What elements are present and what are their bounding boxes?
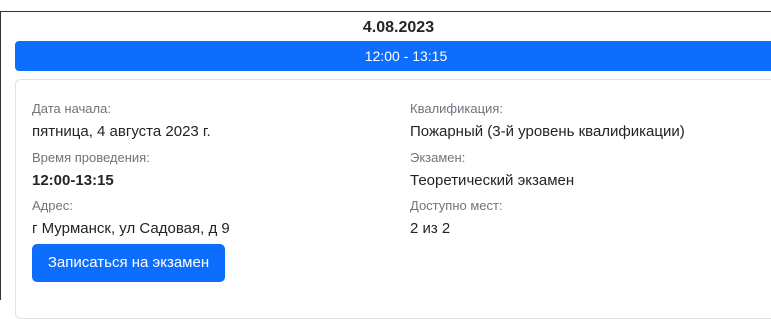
exam-label: Экзамен: <box>410 150 466 165</box>
exam-details-card <box>15 79 771 319</box>
time-slot-bar[interactable]: 12:00 - 13:15 <box>15 41 771 71</box>
address-value: г Мурманск, ул Садовая, д 9 <box>32 220 230 237</box>
seats-value: 2 из 2 <box>410 220 451 237</box>
exam-date-heading: 4.08.2023 <box>362 19 435 36</box>
qualification-label: Квалификация: <box>410 101 503 116</box>
start-date-label: Дата начала: <box>32 101 111 116</box>
enroll-exam-button[interactable]: Записаться на экзамен <box>32 244 225 282</box>
duration-value: 12:00-13:15 <box>32 172 114 189</box>
seats-label: Доступно мест: <box>410 198 503 213</box>
qualification-value: Пожарный (3-й уровень квалификации) <box>410 123 685 140</box>
start-date-value: пятница, 4 августа 2023 г. <box>32 123 211 140</box>
address-label: Адрес: <box>32 198 73 213</box>
duration-label: Время проведения: <box>32 150 150 165</box>
exam-value: Теоретический экзамен <box>410 172 575 189</box>
